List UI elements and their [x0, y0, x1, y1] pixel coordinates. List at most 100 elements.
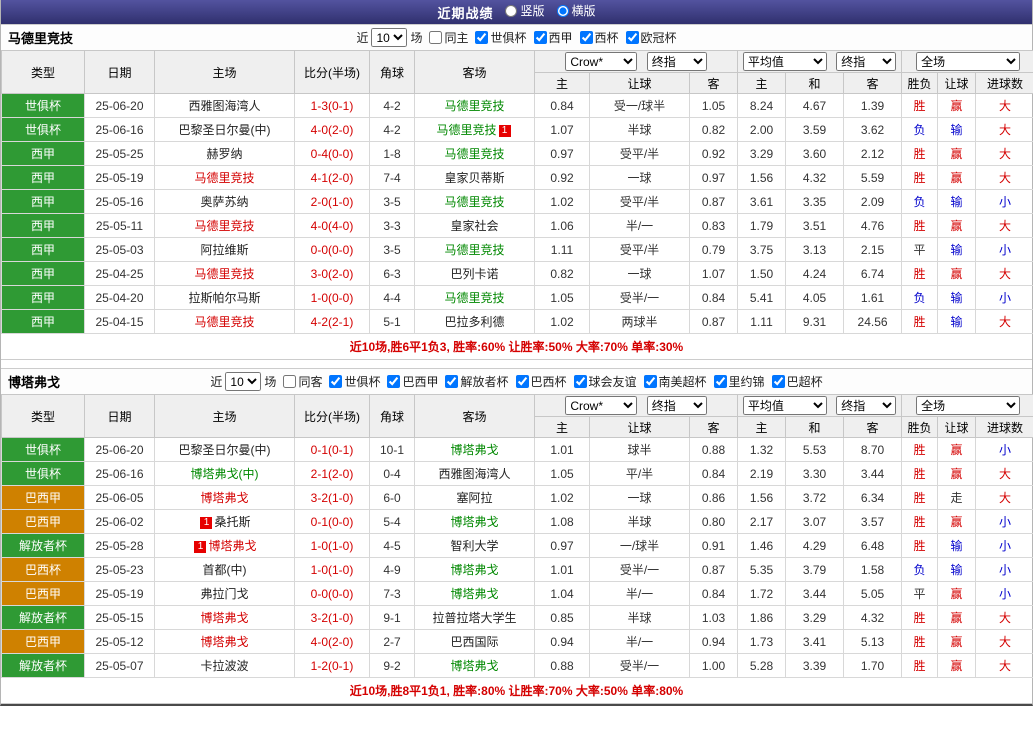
goals-result-cell: 小: [975, 437, 1033, 462]
league-filter-checkbox[interactable]: [771, 375, 785, 388]
scope-select-cell: 全场: [901, 50, 1033, 73]
score-cell: 3-2(1-0): [294, 605, 370, 630]
handicap-result-cell: 赢: [937, 141, 977, 166]
league-filter-checkbox[interactable]: [387, 375, 401, 388]
odds-final-select[interactable]: 终指: [646, 396, 707, 415]
avg-away-cell: 3.44: [843, 461, 903, 486]
league-filter-checkbox[interactable]: [579, 31, 593, 44]
view-mode-radio[interactable]: [505, 4, 518, 17]
league-filter-checkbox[interactable]: [625, 31, 639, 44]
away-team[interactable]: 博塔弗戈: [414, 437, 535, 462]
odds-source-select[interactable]: Crow*: [565, 396, 638, 415]
goals-result-cell: 小: [975, 509, 1033, 534]
league-filter-checkbox[interactable]: [713, 375, 727, 388]
avg-draw-cell: 3.59: [785, 117, 845, 142]
avg-home-cell: 1.86: [737, 605, 787, 630]
date-cell: 25-06-20: [84, 437, 155, 462]
league-filter-checkbox[interactable]: [573, 375, 587, 388]
away-team[interactable]: 马德里竞技: [414, 93, 535, 118]
avg-draw-cell: 3.60: [785, 141, 845, 166]
away-team[interactable]: 马德里竞技: [414, 141, 535, 166]
away-team[interactable]: 马德里竞技: [414, 189, 535, 214]
home-team[interactable]: 博塔弗戈: [154, 605, 295, 630]
home-team[interactable]: 马德里竞技: [154, 261, 295, 286]
league-filter-checkbox[interactable]: [515, 375, 529, 388]
date-cell: 25-05-07: [84, 653, 155, 678]
avg-final-select[interactable]: 终指: [836, 52, 897, 71]
view-mode-option[interactable]: 横版: [556, 2, 596, 19]
avg-select[interactable]: 平均值: [742, 396, 827, 415]
view-mode-radio[interactable]: [556, 4, 569, 17]
avg-home-cell: 1.56: [737, 485, 787, 510]
league-filter[interactable]: 巴西甲: [387, 373, 438, 390]
odds-source-select[interactable]: Crow*: [565, 52, 638, 71]
home-team[interactable]: 博塔弗戈(中): [154, 461, 295, 486]
filters-bar: 近 10 场 同客 世俱杯 巴西甲 解放者杯 巴西杯 球会友谊 南美超杯 里约锦 巴超杯: [210, 372, 823, 391]
league-filter[interactable]: 西甲: [533, 29, 573, 46]
corner-cell: 9-2: [369, 653, 415, 678]
home-team[interactable]: 马德里竞技: [154, 165, 295, 190]
away-team[interactable]: 博塔弗戈: [414, 581, 535, 606]
avg-final-select[interactable]: 终指: [836, 396, 897, 415]
league-filter[interactable]: 世俱杯: [329, 373, 380, 390]
col-odds-home: 主: [534, 416, 590, 438]
league-filter[interactable]: 球会友谊: [573, 373, 637, 390]
league-filter[interactable]: 欧冠杯: [625, 29, 677, 46]
match-count-select[interactable]: 10: [225, 372, 262, 391]
home-team[interactable]: 博塔弗戈: [154, 485, 295, 510]
league-filter-checkbox[interactable]: [329, 375, 343, 388]
handicap-cell: 一球: [589, 261, 690, 286]
home-team[interactable]: 马德里竞技: [154, 309, 295, 334]
match-count-select[interactable]: 10: [371, 28, 408, 47]
league-filter[interactable]: 巴西杯: [515, 373, 567, 390]
league-filter[interactable]: 世俱杯: [475, 29, 527, 46]
away-team[interactable]: 马德里竞技: [414, 285, 535, 310]
avg-home-cell: 1.73: [737, 629, 787, 654]
league-filter-checkbox[interactable]: [533, 31, 547, 44]
col-handicap: 让球: [589, 72, 690, 94]
same-venue-checkbox[interactable]: [429, 31, 443, 44]
corner-cell: 10-1: [369, 437, 415, 462]
avg-draw-cell: 3.51: [785, 213, 845, 238]
match-row: 世俱杯 25-06-16 巴黎圣日尔曼(中) 4-0(2-0) 4-2 马德里竞技 1 1.0…: [1, 117, 1033, 142]
home-team[interactable]: 1 博塔弗戈: [154, 533, 295, 558]
away-team: 巴西国际: [414, 629, 535, 654]
avg-select[interactable]: 平均值: [742, 52, 827, 71]
scope-select[interactable]: 全场: [916, 396, 1021, 415]
avg-draw-cell: 3.35: [785, 189, 845, 214]
match-row: 解放者杯 25-05-07 卡拉波波 1-2(0-1) 9-2 博塔弗戈 0.88 受半/一 1…: [1, 653, 1033, 678]
league-cell: 巴西甲: [1, 509, 85, 534]
league-filter-checkbox[interactable]: [445, 375, 459, 388]
league-filter[interactable]: 解放者杯: [445, 373, 509, 390]
avg-away-cell: 2.15: [843, 237, 903, 262]
score-cell: 4-1(2-0): [294, 165, 370, 190]
odds-away-cell: 0.84: [688, 581, 739, 606]
odds-away-cell: 0.97: [688, 165, 739, 190]
same-venue-filter[interactable]: 同客: [283, 373, 322, 390]
league-filter[interactable]: 西杯: [579, 29, 619, 46]
home-team[interactable]: 博塔弗戈: [154, 629, 295, 654]
away-team[interactable]: 博塔弗戈: [414, 557, 535, 582]
home-team[interactable]: 马德里竞技: [154, 213, 295, 238]
away-team[interactable]: 博塔弗戈: [414, 653, 535, 678]
league-filter[interactable]: 南美超杯: [643, 373, 707, 390]
away-team[interactable]: 马德里竞技 1: [414, 117, 535, 142]
col-avg-draw: 和: [785, 72, 845, 94]
league-filter[interactable]: 巴超杯: [771, 373, 823, 390]
league-filter-checkbox[interactable]: [643, 375, 657, 388]
away-team[interactable]: 博塔弗戈: [414, 509, 535, 534]
league-filter-checkbox[interactable]: [475, 31, 489, 44]
view-mode-option[interactable]: 竖版: [505, 2, 545, 19]
goals-result-cell: 大: [975, 485, 1033, 510]
same-venue-checkbox[interactable]: [283, 375, 297, 388]
avg-draw-cell: 4.05: [785, 285, 845, 310]
same-venue-filter[interactable]: 同主: [429, 29, 468, 46]
avg-home-cell: 1.11: [737, 309, 787, 334]
avg-away-cell: 5.05: [843, 581, 903, 606]
page-title: 近期战绩: [437, 5, 494, 21]
odds-final-select[interactable]: 终指: [646, 52, 707, 71]
corner-cell: 0-4: [369, 461, 415, 486]
scope-select[interactable]: 全场: [916, 52, 1021, 71]
league-filter[interactable]: 里约锦: [713, 373, 765, 390]
away-team[interactable]: 马德里竞技: [414, 237, 535, 262]
